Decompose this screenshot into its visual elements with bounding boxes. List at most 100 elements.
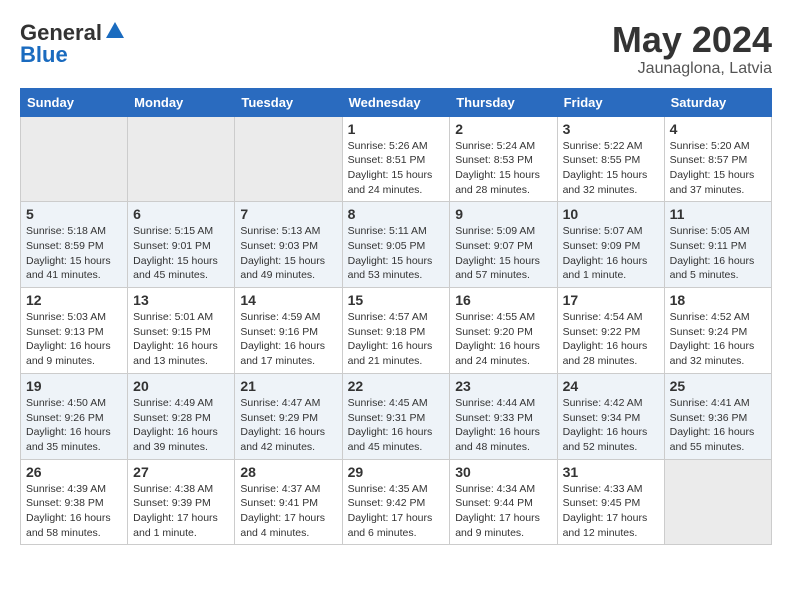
day-number: 25	[670, 378, 766, 394]
day-info: Sunrise: 4:55 AMSunset: 9:20 PMDaylight:…	[455, 310, 551, 369]
calendar-cell: 18Sunrise: 4:52 AMSunset: 9:24 PMDayligh…	[664, 288, 771, 374]
calendar-cell: 11 Sunrise: 5:05 AMSunset: 9:11 PMDayligh…	[664, 202, 771, 288]
calendar-row-5: 26Sunrise: 4:39 AMSunset: 9:38 PMDayligh…	[21, 459, 772, 545]
day-info: Sunrise: 4:42 AMSunset: 9:34 PMDaylight:…	[563, 396, 659, 455]
calendar-cell: 17Sunrise: 4:54 AMSunset: 9:22 PMDayligh…	[557, 288, 664, 374]
calendar-cell: 22 Sunrise: 4:45 AMSunset: 9:31 PMDayligh…	[342, 373, 450, 459]
day-info: Sunrise: 4:47 AMSunset: 9:29 PMDaylight:…	[240, 396, 336, 455]
day-number: 26	[26, 464, 122, 480]
day-number: 13	[133, 292, 229, 308]
calendar-cell: 12 Sunrise: 5:03 AMSunset: 9:13 PMDayligh…	[21, 288, 128, 374]
calendar-cell: 10 Sunrise: 5:07 AMSunset: 9:09 PMDayligh…	[557, 202, 664, 288]
day-number: 27	[133, 464, 229, 480]
logo-blue-text: Blue	[20, 42, 68, 68]
weekday-header-tuesday: Tuesday	[235, 88, 342, 116]
day-number: 2	[455, 121, 551, 137]
calendar-cell: 26Sunrise: 4:39 AMSunset: 9:38 PMDayligh…	[21, 459, 128, 545]
calendar-cell	[235, 116, 342, 202]
logo-icon	[104, 20, 126, 42]
day-number: 5	[26, 206, 122, 222]
weekday-header-monday: Monday	[128, 88, 235, 116]
day-number: 4	[670, 121, 766, 137]
calendar-cell	[664, 459, 771, 545]
day-info: Sunrise: 4:50 AMSunset: 9:26 PMDaylight:…	[26, 396, 122, 455]
calendar-cell: 5 Sunrise: 5:18 AMSunset: 8:59 PMDaylight…	[21, 202, 128, 288]
day-number: 6	[133, 206, 229, 222]
calendar-table: SundayMondayTuesdayWednesdayThursdayFrid…	[20, 88, 772, 546]
weekday-header-friday: Friday	[557, 88, 664, 116]
calendar-cell: 7 Sunrise: 5:13 AMSunset: 9:03 PMDaylight…	[235, 202, 342, 288]
day-number: 3	[563, 121, 659, 137]
day-number: 23	[455, 378, 551, 394]
calendar-cell: 19 Sunrise: 4:50 AMSunset: 9:26 PMDayligh…	[21, 373, 128, 459]
calendar-cell: 2 Sunrise: 5:24 AMSunset: 8:53 PMDaylight…	[450, 116, 557, 202]
calendar-cell	[128, 116, 235, 202]
calendar-cell: 13Sunrise: 5:01 AMSunset: 9:15 PMDayligh…	[128, 288, 235, 374]
calendar-cell: 8Sunrise: 5:11 AMSunset: 9:05 PMDaylight…	[342, 202, 450, 288]
day-info: Sunrise: 4:35 AMSunset: 9:42 PMDaylight:…	[348, 482, 445, 541]
day-info: Sunrise: 5:24 AMSunset: 8:53 PMDaylight:…	[455, 139, 551, 198]
calendar-cell: 1 Sunrise: 5:26 AMSunset: 8:51 PMDaylight…	[342, 116, 450, 202]
day-number: 12	[26, 292, 122, 308]
logo: General Blue	[20, 20, 126, 68]
day-info: Sunrise: 4:49 AMSunset: 9:28 PMDaylight:…	[133, 396, 229, 455]
page-header: General Blue May 2024 Jaunaglona, Latvia	[20, 20, 772, 78]
day-info: Sunrise: 5:15 AMSunset: 9:01 PMDaylight:…	[133, 224, 229, 283]
day-info: Sunrise: 5:18 AMSunset: 8:59 PMDaylight:…	[26, 224, 122, 283]
calendar-cell: 30 Sunrise: 4:34 AMSunset: 9:44 PMDayligh…	[450, 459, 557, 545]
calendar-cell: 15 Sunrise: 4:57 AMSunset: 9:18 PMDayligh…	[342, 288, 450, 374]
calendar-row-1: 1 Sunrise: 5:26 AMSunset: 8:51 PMDaylight…	[21, 116, 772, 202]
calendar-cell: 14Sunrise: 4:59 AMSunset: 9:16 PMDayligh…	[235, 288, 342, 374]
day-number: 15	[348, 292, 445, 308]
day-number: 11	[670, 206, 766, 222]
calendar-row-4: 19 Sunrise: 4:50 AMSunset: 9:26 PMDayligh…	[21, 373, 772, 459]
calendar-cell: 6 Sunrise: 5:15 AMSunset: 9:01 PMDaylight…	[128, 202, 235, 288]
day-number: 21	[240, 378, 336, 394]
day-number: 20	[133, 378, 229, 394]
day-number: 19	[26, 378, 122, 394]
day-info: Sunrise: 5:22 AMSunset: 8:55 PMDaylight:…	[563, 139, 659, 198]
day-info: Sunrise: 4:37 AMSunset: 9:41 PMDaylight:…	[240, 482, 336, 541]
calendar-cell: 20 Sunrise: 4:49 AMSunset: 9:28 PMDayligh…	[128, 373, 235, 459]
day-number: 30	[455, 464, 551, 480]
calendar-cell: 16Sunrise: 4:55 AMSunset: 9:20 PMDayligh…	[450, 288, 557, 374]
day-info: Sunrise: 4:45 AMSunset: 9:31 PMDaylight:…	[348, 396, 445, 455]
calendar-row-3: 12 Sunrise: 5:03 AMSunset: 9:13 PMDayligh…	[21, 288, 772, 374]
day-info: Sunrise: 5:07 AMSunset: 9:09 PMDaylight:…	[563, 224, 659, 283]
day-number: 24	[563, 378, 659, 394]
weekday-header-saturday: Saturday	[664, 88, 771, 116]
day-number: 8	[348, 206, 445, 222]
day-info: Sunrise: 5:09 AMSunset: 9:07 PMDaylight:…	[455, 224, 551, 283]
day-number: 28	[240, 464, 336, 480]
weekday-header-thursday: Thursday	[450, 88, 557, 116]
day-info: Sunrise: 4:34 AMSunset: 9:44 PMDaylight:…	[455, 482, 551, 541]
day-number: 31	[563, 464, 659, 480]
day-info: Sunrise: 5:03 AMSunset: 9:13 PMDaylight:…	[26, 310, 122, 369]
day-number: 10	[563, 206, 659, 222]
calendar-cell: 21 Sunrise: 4:47 AMSunset: 9:29 PMDayligh…	[235, 373, 342, 459]
calendar-cell: 23 Sunrise: 4:44 AMSunset: 9:33 PMDayligh…	[450, 373, 557, 459]
day-number: 18	[670, 292, 766, 308]
day-info: Sunrise: 5:13 AMSunset: 9:03 PMDaylight:…	[240, 224, 336, 283]
day-info: Sunrise: 5:20 AMSunset: 8:57 PMDaylight:…	[670, 139, 766, 198]
calendar-row-2: 5 Sunrise: 5:18 AMSunset: 8:59 PMDaylight…	[21, 202, 772, 288]
day-number: 7	[240, 206, 336, 222]
calendar-cell: 9 Sunrise: 5:09 AMSunset: 9:07 PMDaylight…	[450, 202, 557, 288]
day-number: 1	[348, 121, 445, 137]
calendar-header-row: SundayMondayTuesdayWednesdayThursdayFrid…	[21, 88, 772, 116]
day-number: 9	[455, 206, 551, 222]
day-info: Sunrise: 4:54 AMSunset: 9:22 PMDaylight:…	[563, 310, 659, 369]
day-info: Sunrise: 4:38 AMSunset: 9:39 PMDaylight:…	[133, 482, 229, 541]
day-info: Sunrise: 4:44 AMSunset: 9:33 PMDaylight:…	[455, 396, 551, 455]
weekday-header-sunday: Sunday	[21, 88, 128, 116]
calendar-cell	[21, 116, 128, 202]
day-info: Sunrise: 5:05 AMSunset: 9:11 PMDaylight:…	[670, 224, 766, 283]
location-title: Jaunaglona, Latvia	[612, 60, 772, 78]
calendar-cell: 24 Sunrise: 4:42 AMSunset: 9:34 PMDayligh…	[557, 373, 664, 459]
calendar-cell: 29Sunrise: 4:35 AMSunset: 9:42 PMDayligh…	[342, 459, 450, 545]
day-info: Sunrise: 4:59 AMSunset: 9:16 PMDaylight:…	[240, 310, 336, 369]
calendar-cell: 28 Sunrise: 4:37 AMSunset: 9:41 PMDayligh…	[235, 459, 342, 545]
day-number: 22	[348, 378, 445, 394]
day-info: Sunrise: 5:26 AMSunset: 8:51 PMDaylight:…	[348, 139, 445, 198]
day-info: Sunrise: 4:57 AMSunset: 9:18 PMDaylight:…	[348, 310, 445, 369]
